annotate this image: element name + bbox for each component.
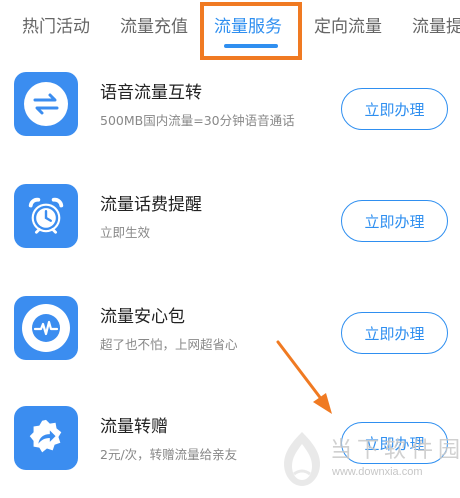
watermark-url: www.downxia.com bbox=[332, 466, 423, 478]
item-title: 流量转赠 bbox=[100, 417, 168, 437]
item-subtitle: 立即生效 bbox=[100, 225, 151, 240]
item-title: 流量话费提醒 bbox=[100, 195, 202, 215]
highlight-box bbox=[200, 2, 302, 60]
watermark-logo-icon bbox=[284, 432, 320, 486]
share-forward-icon bbox=[14, 406, 78, 470]
apply-button[interactable]: 立即办理 bbox=[341, 200, 448, 242]
tab-hot-activities[interactable]: 热门活动 bbox=[22, 12, 90, 37]
pulse-icon bbox=[14, 296, 78, 360]
tab-directed-data[interactable]: 定向流量 bbox=[314, 12, 382, 37]
list-item: 流量话费提醒 立即生效 立即办理 bbox=[0, 184, 460, 274]
watermark-name: 当下软件园 bbox=[330, 438, 460, 463]
list-item: 流量安心包 超了也不怕，上网超省心 立即办理 bbox=[0, 296, 460, 386]
item-subtitle: 500MB国内流量=30分钟语音通话 bbox=[100, 113, 295, 128]
apply-button[interactable]: 立即办理 bbox=[341, 88, 448, 130]
swap-arrows-icon bbox=[14, 72, 78, 136]
list-item: 语音流量互转 500MB国内流量=30分钟语音通话 立即办理 bbox=[0, 72, 460, 162]
item-subtitle: 2元/次，转赠流量给亲友 bbox=[100, 447, 238, 462]
item-title: 流量安心包 bbox=[100, 307, 185, 327]
tab-data-recharge[interactable]: 流量充值 bbox=[120, 12, 188, 37]
apply-button[interactable]: 立即办理 bbox=[341, 312, 448, 354]
item-subtitle: 超了也不怕，上网超省心 bbox=[100, 337, 238, 352]
item-title: 语音流量互转 bbox=[100, 83, 202, 103]
alarm-clock-icon bbox=[14, 184, 78, 248]
tab-data-more[interactable]: 流量提 bbox=[412, 12, 460, 37]
